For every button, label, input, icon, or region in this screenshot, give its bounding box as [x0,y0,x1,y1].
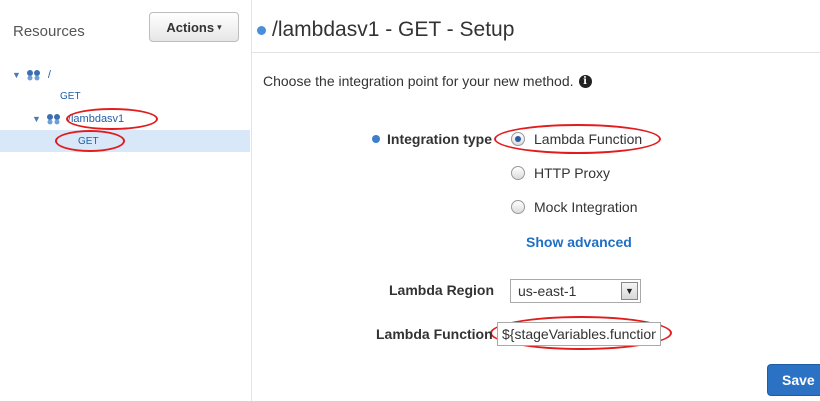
resource-icon [46,114,60,125]
title-bullet-icon [257,25,266,35]
resource-icon [26,70,40,81]
page-title-text: /lambdasv1 - GET - Setup [272,18,515,41]
lambda-function-input[interactable] [497,322,661,346]
required-bullet-icon [372,135,380,143]
tree-item-root[interactable]: ▼ / [12,69,51,81]
lambda-function-label: Lambda Function [376,326,493,342]
save-button[interactable]: Save [767,364,820,396]
expand-arrow-icon[interactable]: ▼ [12,70,21,80]
dropdown-arrow-icon[interactable]: ▼ [621,282,638,300]
tree-item-lambdasv1[interactable]: ▼ /lambdasv1 [32,113,124,125]
radio-label: Mock Integration [534,199,638,215]
page-title: /lambdasv1 - GET - Setup [257,18,514,42]
tree-item-label: / [47,69,51,81]
actions-button-label: Actions [166,19,215,35]
integration-type-text: Integration type [387,131,493,147]
caret-down-icon: ▾ [217,21,222,32]
instruction-label: Choose the integration point for your ne… [263,73,574,89]
selected-method-row[interactable] [0,130,250,152]
radio-http-proxy[interactable]: HTTP Proxy [511,165,610,181]
radio-button[interactable] [511,166,525,180]
instruction-text: Choose the integration point for your ne… [263,73,592,89]
info-icon[interactable]: i [578,74,592,88]
radio-mock-integration[interactable]: Mock Integration [511,199,638,215]
radio-button-selected[interactable] [511,132,525,146]
lambda-region-value: us-east-1 [518,283,577,299]
integration-type-label: Integration type [372,131,492,147]
sidebar-title: Resources [13,23,85,40]
lambda-region-select[interactable]: us-east-1 ▼ [510,279,641,303]
resources-sidebar: Resources Actions ▾ ▼ / GET ▼ /lambdasv1… [0,0,252,401]
radio-label: Lambda Function [534,131,643,147]
tree-method-lambdasv1-get[interactable]: GET [78,136,99,147]
radio-lambda-function[interactable]: Lambda Function [511,131,642,147]
header-divider [252,52,820,53]
lambda-region-label: Lambda Region [389,282,495,298]
radio-label: HTTP Proxy [534,165,610,181]
expand-arrow-icon[interactable]: ▼ [32,114,41,124]
tree-method-root-get[interactable]: GET [60,91,81,102]
show-advanced-link[interactable]: Show advanced [526,234,632,250]
tree-item-label: /lambdasv1 [67,113,125,125]
radio-button[interactable] [511,200,525,214]
actions-button[interactable]: Actions ▾ [149,12,239,42]
